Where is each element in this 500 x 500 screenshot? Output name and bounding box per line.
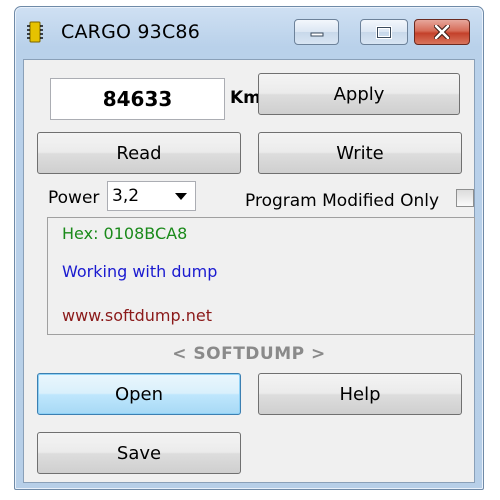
log-panel: Hex: 0108BCA8 Working with dump www.soft… <box>47 217 475 335</box>
power-select[interactable]: 3,2 <box>107 181 196 211</box>
log-website-line: www.softdump.net <box>62 306 213 325</box>
apply-button[interactable]: Apply <box>258 73 460 115</box>
minimize-icon <box>310 32 323 37</box>
minimize-button[interactable] <box>294 19 339 45</box>
log-status-line: Working with dump <box>62 262 218 281</box>
open-button[interactable]: Open <box>37 373 241 415</box>
chip-icon <box>27 21 43 43</box>
maximize-button[interactable] <box>360 19 408 45</box>
power-selected-value: 3,2 <box>112 186 140 206</box>
brand-label: < SOFTDUMP > <box>172 344 326 364</box>
program-modified-only-checkbox[interactable] <box>456 189 474 207</box>
power-label: Power <box>48 188 100 208</box>
chevron-down-icon <box>175 193 187 200</box>
title-bar[interactable]: CARGO 93C86 <box>15 7 483 59</box>
save-button[interactable]: Save <box>37 432 241 474</box>
km-unit-label: Km <box>230 88 261 108</box>
maximize-icon <box>376 25 392 39</box>
window-title: CARGO 93C86 <box>61 21 201 43</box>
close-icon <box>434 25 450 39</box>
client-area: 84633 Km Apply Read Write Power 3,2 Prog… <box>23 59 475 483</box>
km-input[interactable]: 84633 <box>50 78 225 120</box>
app-window: CARGO 93C86 84633 Km Apply Read Write Po… <box>14 6 484 490</box>
log-hex-line: Hex: 0108BCA8 <box>62 224 188 243</box>
write-button[interactable]: Write <box>258 132 462 174</box>
program-modified-only-label: Program Modified Only <box>245 191 440 211</box>
read-button[interactable]: Read <box>37 132 241 174</box>
help-button[interactable]: Help <box>258 373 462 415</box>
close-button[interactable] <box>414 19 470 45</box>
